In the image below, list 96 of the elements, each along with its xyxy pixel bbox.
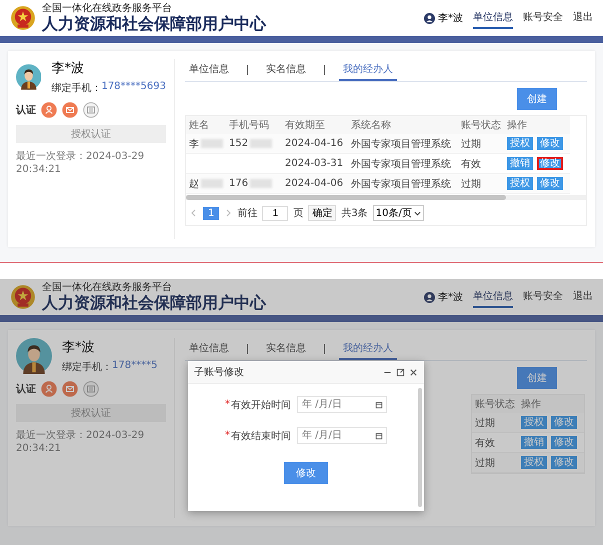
platform-subtitle: 全国一体化在线政务服务平台 bbox=[42, 3, 173, 15]
nav-link[interactable]: 账号安全 bbox=[523, 7, 563, 29]
user-name: 李*波 bbox=[438, 12, 463, 25]
scrollbar[interactable] bbox=[418, 388, 422, 507]
nav-link[interactable]: 单位信息 bbox=[473, 7, 513, 29]
table-cell: 过期 bbox=[458, 134, 504, 154]
page-size-select[interactable]: 10条/页 bbox=[372, 205, 424, 221]
certification-label: 认证 bbox=[16, 104, 36, 117]
person-badge-icon[interactable] bbox=[41, 102, 57, 118]
create-button[interactable]: 创建 bbox=[517, 367, 557, 389]
action-button[interactable]: 授权 bbox=[507, 137, 533, 150]
action-button[interactable]: 修改 bbox=[537, 137, 563, 150]
column-header: 账号状态 bbox=[472, 395, 518, 413]
caret-icon[interactable] bbox=[414, 210, 421, 216]
phone-number: 178****5 bbox=[112, 360, 158, 373]
required-mark: * bbox=[225, 399, 230, 410]
column-header: 操作 bbox=[504, 116, 570, 134]
table-cell: 2024-04-06 bbox=[282, 174, 348, 194]
required-mark: * bbox=[225, 430, 230, 441]
action-button[interactable]: 修改 bbox=[551, 416, 577, 429]
site-title: 人力资源和社会保障部用户中心 bbox=[42, 14, 266, 33]
chevron-right-icon[interactable] bbox=[224, 209, 232, 217]
site-title: 人力资源和社会保障部用户中心 bbox=[42, 294, 266, 312]
column-header: 系统名称 bbox=[348, 116, 458, 134]
envelope-badge-icon[interactable] bbox=[62, 381, 78, 397]
confirm-button[interactable]: 确定 bbox=[308, 205, 336, 221]
user-name: 李*波 bbox=[51, 60, 85, 77]
submit-button[interactable]: 修改 bbox=[284, 462, 328, 484]
chevron-left-icon[interactable] bbox=[190, 209, 198, 217]
last-login-text: 最近一次登录：2024-03-29 20:34:21 bbox=[16, 150, 146, 176]
tab[interactable]: 我的经办人 bbox=[339, 59, 397, 81]
emblem-icon bbox=[10, 5, 36, 31]
action-button[interactable]: 授权 bbox=[521, 456, 547, 469]
tab[interactable]: 实名信息 bbox=[262, 338, 310, 360]
envelope-badge-icon[interactable] bbox=[62, 102, 78, 118]
tab[interactable]: 实名信息 bbox=[262, 59, 310, 81]
avatar bbox=[16, 338, 52, 374]
page-unit: 页 bbox=[293, 207, 304, 220]
phone-label: 绑定手机： bbox=[62, 360, 112, 374]
column-header: 有效期至 bbox=[282, 116, 348, 134]
table-cell: 过期 bbox=[472, 413, 518, 432]
table-cell-text: 赵 bbox=[189, 178, 199, 190]
nav-link[interactable]: 账号安全 bbox=[523, 286, 563, 308]
user-icon bbox=[424, 292, 435, 302]
column-header: 手机号码 bbox=[226, 116, 282, 134]
field-label: 有效开始时间 bbox=[231, 398, 291, 412]
close-icon[interactable] bbox=[409, 368, 418, 376]
action-button[interactable]: 授权 bbox=[521, 416, 547, 429]
phone-label: 绑定手机： bbox=[51, 82, 102, 95]
column-header: 账号状态 bbox=[458, 116, 504, 134]
card-badge-icon[interactable] bbox=[83, 381, 99, 397]
date-field[interactable]: 年 /月/日 bbox=[297, 396, 387, 413]
maximize-icon[interactable] bbox=[396, 368, 405, 376]
card-badge-icon[interactable] bbox=[83, 102, 99, 118]
action-button[interactable]: 授权 bbox=[507, 177, 533, 190]
calendar-icon[interactable] bbox=[375, 432, 383, 440]
action-button[interactable]: 撤销 bbox=[521, 436, 547, 449]
user-name: 李*波 bbox=[62, 339, 96, 356]
certification-label: 认证 bbox=[16, 382, 36, 396]
total-count: 共3条 bbox=[341, 206, 368, 220]
action-button[interactable]: 修改 bbox=[551, 456, 577, 469]
dialog-title: 子账号修改 bbox=[194, 366, 244, 379]
date-field[interactable]: 年 /月/日 bbox=[297, 427, 387, 444]
column-header: 操作 bbox=[518, 395, 584, 413]
page-input[interactable]: 1 bbox=[262, 206, 288, 220]
page-button[interactable]: 1 bbox=[203, 206, 220, 220]
scrollbar[interactable] bbox=[186, 195, 586, 200]
field-label: 有效结束时间 bbox=[231, 430, 291, 442]
platform-subtitle: 全国一体化在线政务服务平台 bbox=[42, 282, 173, 294]
action-button[interactable]: 修改 bbox=[537, 157, 563, 170]
nav-link[interactable]: 退出 bbox=[573, 7, 593, 29]
tab[interactable]: 单位信息 bbox=[185, 338, 233, 360]
table-cell: 176 bbox=[229, 178, 248, 189]
nav-link[interactable]: 单位信息 bbox=[473, 286, 513, 308]
phone-number: 178****5693 bbox=[101, 81, 166, 94]
calendar-icon[interactable] bbox=[375, 400, 383, 408]
table-cell: 外国专家项目管理系统 bbox=[348, 134, 458, 154]
create-button[interactable]: 创建 bbox=[517, 88, 557, 110]
action-button[interactable]: 修改 bbox=[551, 436, 577, 449]
emblem-icon bbox=[10, 284, 36, 310]
table-cell: 过期 bbox=[472, 452, 518, 472]
goto-label: 前往 bbox=[237, 206, 258, 220]
action-button[interactable]: 修改 bbox=[537, 177, 563, 190]
nav-link[interactable]: 退出 bbox=[573, 286, 593, 308]
table-cell: 2024-04-16 bbox=[282, 134, 348, 154]
action-button[interactable]: 撤销 bbox=[507, 157, 533, 170]
table-cell: 过期 bbox=[458, 174, 504, 194]
last-login-text: 最近一次登录：2024-03-29 20:34:21 bbox=[16, 429, 146, 455]
person-badge-icon[interactable] bbox=[41, 381, 57, 397]
user-icon bbox=[424, 12, 435, 24]
table-cell: 152 bbox=[229, 138, 248, 149]
table-cell: 外国专家项目管理系统 bbox=[348, 174, 458, 194]
user-name: 李*波 bbox=[438, 290, 463, 304]
column-header: 姓名 bbox=[186, 116, 226, 134]
tab[interactable]: 单位信息 bbox=[185, 59, 233, 81]
table-cell-text: 李 bbox=[189, 138, 199, 150]
